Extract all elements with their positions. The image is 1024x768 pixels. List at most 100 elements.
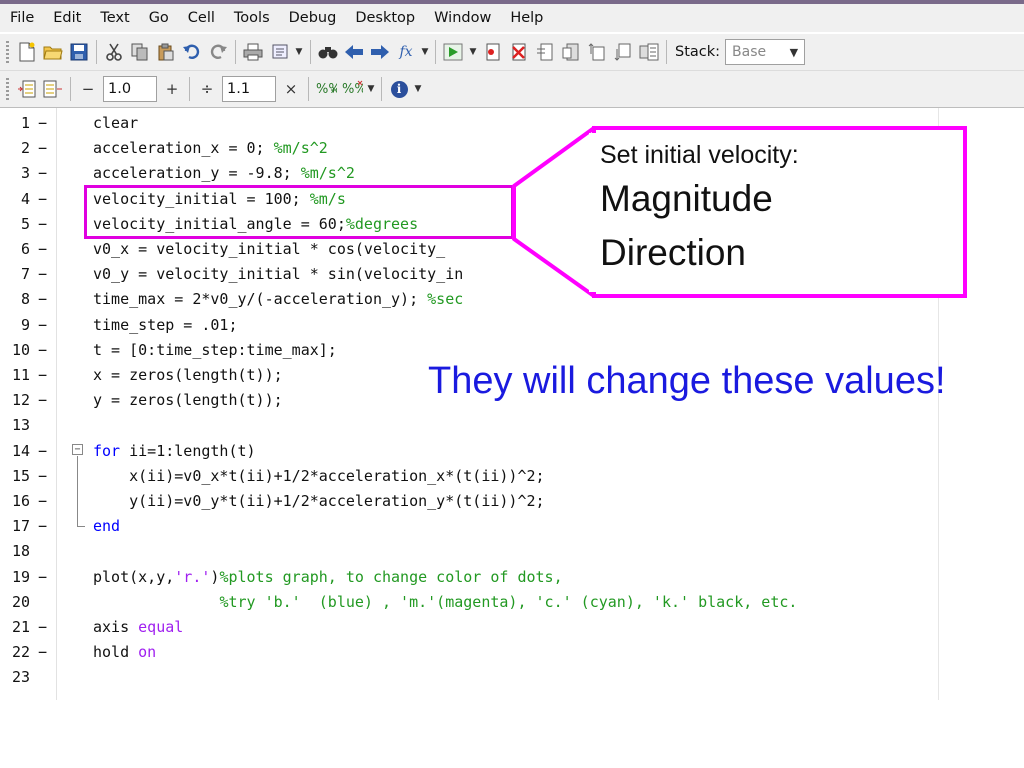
fold-toggle-icon[interactable]: −: [72, 444, 83, 455]
increment-button[interactable]: +: [161, 78, 183, 100]
line-number: 16: [11, 492, 30, 510]
breakpoint-marker[interactable]: −: [38, 640, 47, 665]
breakpoint-marker[interactable]: −: [38, 363, 47, 388]
divide-button[interactable]: ÷: [196, 78, 218, 100]
code-line[interactable]: 23: [0, 665, 980, 690]
continue-icon[interactable]: [612, 41, 634, 63]
code-line[interactable]: 1− clear: [0, 111, 980, 136]
dropdown-arrow-icon[interactable]: ▼: [468, 41, 478, 63]
toolbar-separator: [235, 40, 236, 64]
breakpoint-marker[interactable]: −: [38, 514, 47, 539]
menu-help[interactable]: Help: [510, 10, 543, 26]
run-icon[interactable]: [442, 41, 464, 63]
decrement-button[interactable]: −: [77, 78, 99, 100]
multiply-button[interactable]: ×: [280, 78, 302, 100]
stack-label: Stack:: [675, 44, 721, 60]
evaluate-cell-icon[interactable]: [42, 78, 64, 100]
menu-bar: File Edit Text Go Cell Tools Debug Deskt…: [0, 4, 1024, 32]
code-text: end: [93, 517, 121, 536]
breakpoint-marker[interactable]: −: [38, 313, 47, 338]
print-icon[interactable]: [242, 41, 264, 63]
step-out-icon[interactable]: [586, 41, 608, 63]
code-line[interactable]: 17− end: [0, 514, 980, 539]
breakpoint-marker[interactable]: −: [38, 388, 47, 413]
step-in-icon[interactable]: [560, 41, 582, 63]
comment-percent-icon[interactable]: %%: [315, 78, 337, 100]
redo-icon[interactable]: [207, 41, 229, 63]
new-file-icon[interactable]: [16, 41, 38, 63]
line-number: 5: [20, 214, 30, 233]
open-folder-icon[interactable]: [42, 41, 64, 63]
code-line[interactable]: 16− y(ii)=v0_y*t(ii)+1/2*acceleration_y*…: [0, 489, 980, 514]
menu-cell[interactable]: Cell: [188, 10, 215, 26]
chevron-down-icon: ▼: [789, 45, 799, 59]
line-number: 6: [20, 240, 30, 258]
menu-desktop[interactable]: Desktop: [355, 10, 415, 26]
breakpoint-marker[interactable]: −: [38, 237, 47, 262]
breakpoint-marker[interactable]: −: [38, 439, 47, 464]
line-number: 18: [11, 542, 30, 561]
code-line[interactable]: 22− hold on: [0, 640, 980, 665]
code-text: x(ii)=v0_x*t(ii)+1/2*acceleration_x*(t(i…: [93, 466, 545, 485]
code-line[interactable]: 15− x(ii)=v0_x*t(ii)+1/2*acceleration_x*…: [0, 464, 980, 489]
code-line[interactable]: 14− for ii=1:length(t): [0, 439, 980, 464]
function-icon[interactable]: fx: [395, 41, 417, 63]
breakpoint-marker[interactable]: −: [38, 161, 47, 186]
uncomment-percent-icon[interactable]: %%: [341, 78, 363, 100]
menu-tools[interactable]: Tools: [234, 10, 270, 26]
dropdown-arrow-icon[interactable]: ▼: [294, 41, 304, 63]
forward-arrow-icon[interactable]: [369, 41, 391, 63]
code-text: for ii=1:length(t): [93, 441, 256, 460]
code-line[interactable]: 19− plot(x,y,'r.')%plots graph, to change…: [0, 565, 980, 590]
breakpoint-marker[interactable]: −: [38, 187, 47, 212]
clear-breakpoint-icon[interactable]: [508, 41, 530, 63]
breakpoint-marker[interactable]: −: [38, 212, 47, 237]
save-icon[interactable]: [68, 41, 90, 63]
exit-debug-icon[interactable]: [638, 41, 660, 63]
undo-icon[interactable]: [181, 41, 203, 63]
paste-icon[interactable]: [155, 41, 177, 63]
breakpoint-marker[interactable]: −: [38, 136, 47, 161]
code-line[interactable]: 20 %try 'b.' (blue) , 'm.'(magenta), 'c.…: [0, 590, 980, 615]
breakpoint-marker[interactable]: −: [38, 565, 47, 590]
menu-go[interactable]: Go: [149, 10, 169, 26]
menu-text[interactable]: Text: [100, 10, 129, 26]
code-line[interactable]: 13: [0, 413, 980, 438]
divide-value-input[interactable]: [222, 76, 276, 102]
breakpoint-marker[interactable]: −: [38, 111, 47, 136]
stack-select[interactable]: Base ▼: [725, 39, 806, 65]
code-line[interactable]: 8− time_max = 2*v0_y/(-acceleration_y); %…: [0, 287, 980, 312]
breakpoint-marker[interactable]: −: [38, 338, 47, 363]
dropdown-arrow-icon[interactable]: ▼: [367, 78, 375, 100]
comment-icon[interactable]: [268, 41, 290, 63]
menu-file[interactable]: File: [10, 10, 34, 26]
line-number: 7: [20, 265, 30, 284]
decrement-value-input[interactable]: [103, 76, 157, 102]
breakpoint-marker[interactable]: −: [38, 464, 47, 489]
back-arrow-icon[interactable]: [343, 41, 365, 63]
dropdown-arrow-icon[interactable]: ▼: [421, 41, 429, 63]
copy-icon[interactable]: [129, 41, 151, 63]
breakpoint-marker[interactable]: −: [38, 489, 47, 514]
code-line[interactable]: 18: [0, 539, 980, 564]
menu-window[interactable]: Window: [434, 10, 491, 26]
code-line[interactable]: 9− time_step = .01;: [0, 313, 980, 338]
cut-icon[interactable]: [103, 41, 125, 63]
info-icon[interactable]: i: [388, 78, 410, 100]
dropdown-arrow-icon[interactable]: ▼: [414, 78, 422, 100]
toolbar-grip[interactable]: [6, 78, 9, 100]
line-number: 10: [11, 340, 30, 359]
line-number: 13: [11, 416, 30, 435]
toolbar-grip[interactable]: [6, 41, 9, 63]
breakpoint-marker[interactable]: −: [38, 287, 47, 312]
set-breakpoint-icon[interactable]: [482, 41, 504, 63]
code-text: v0_x = velocity_initial * cos(velocity_: [93, 240, 446, 258]
code-line[interactable]: 21− axis equal: [0, 615, 980, 640]
menu-debug[interactable]: Debug: [289, 10, 337, 26]
find-icon[interactable]: [317, 41, 339, 63]
insert-cell-icon[interactable]: [16, 78, 38, 100]
breakpoint-marker[interactable]: −: [38, 615, 47, 640]
menu-edit[interactable]: Edit: [53, 10, 81, 26]
breakpoint-marker[interactable]: −: [38, 262, 47, 287]
step-icon[interactable]: [534, 41, 556, 63]
